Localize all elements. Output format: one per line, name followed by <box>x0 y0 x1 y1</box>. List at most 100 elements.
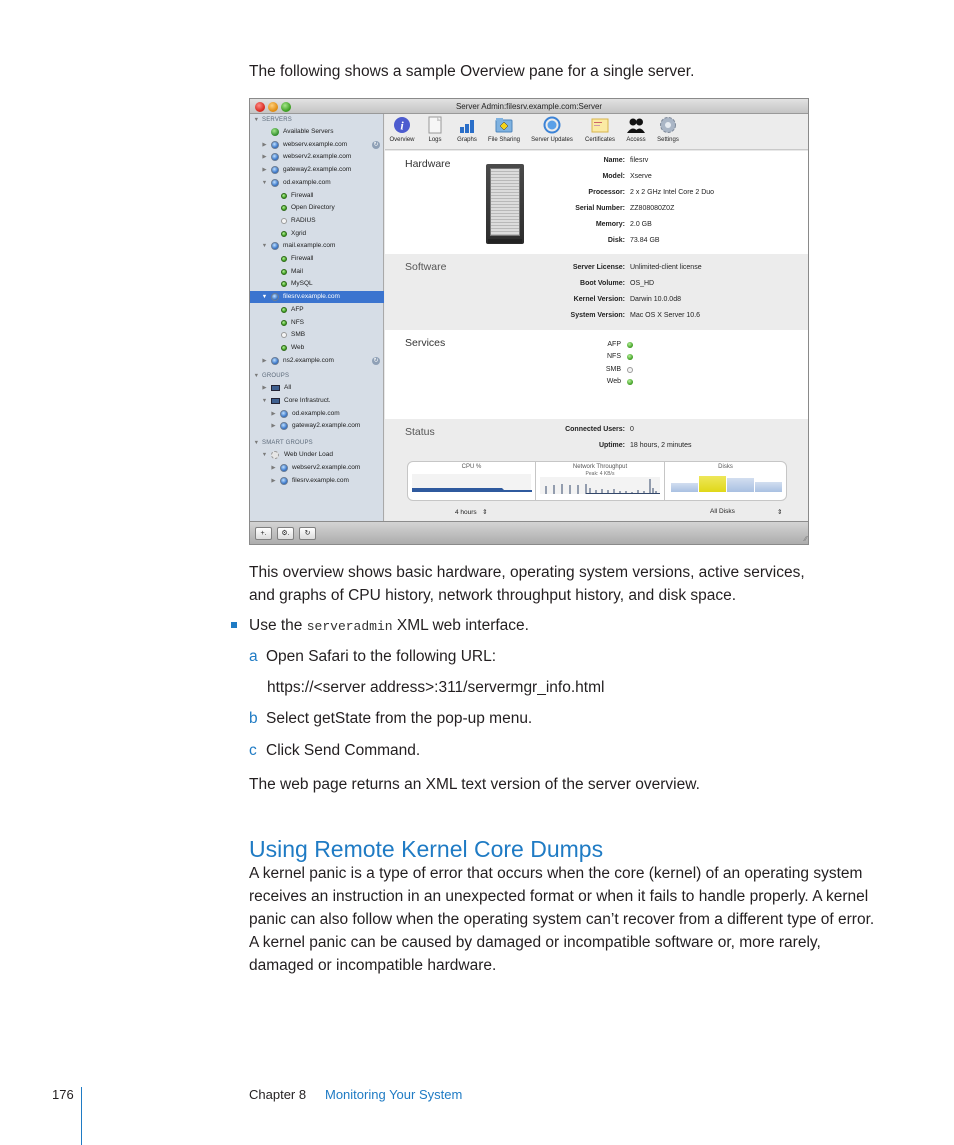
sidebar-item-server[interactable]: ▼ filesrv.example.com <box>250 291 384 304</box>
toolbar-certificates-button[interactable]: Certificates <box>581 116 619 148</box>
disclosure-expanded-icon[interactable]: ▼ <box>261 291 268 303</box>
sidebar-item-service[interactable]: Mail <box>250 266 384 278</box>
sidebar-item-server[interactable]: ▶ webserv2.example.com <box>250 151 384 163</box>
sidebar-item-server[interactable]: ▶ ns2.example.com ↻ <box>250 355 384 367</box>
field-value: ZZ808080Z0Z <box>630 205 675 212</box>
sidebar-item-label: SMART GROUPS <box>262 440 313 447</box>
intro-text: The following shows a sample Overview pa… <box>249 63 695 80</box>
sidebar-item-label: od.example.com <box>283 178 331 186</box>
info-field: Serial Number: ZZ808080Z0Z <box>385 201 808 217</box>
cpu-graph-plot <box>412 488 532 492</box>
disk-select-popup[interactable]: All Disks <box>710 508 735 515</box>
sidebar-item-server[interactable]: ▶ webserv.example.com ↻ <box>250 139 384 151</box>
sidebar-item-service[interactable]: NFS <box>250 317 384 329</box>
disks-graph-title: Disks <box>718 464 733 470</box>
refresh-button[interactable]: ↻ <box>299 527 316 540</box>
cpu-graph[interactable]: CPU % <box>408 462 536 500</box>
sidebar-item-label: GROUPS <box>262 373 290 380</box>
disclosure-collapsed-icon[interactable]: ▶ <box>270 462 277 474</box>
smart-group-icon <box>271 451 279 460</box>
info-field: System Version: Mac OS X Server 10.6 <box>385 308 808 324</box>
disk-bar <box>755 482 782 492</box>
sidebar-section-groups[interactable]: ▼ GROUPS <box>250 370 384 382</box>
sidebar-item-label: Xgrid <box>291 229 307 237</box>
disclosure-collapsed-icon[interactable]: ▶ <box>261 382 268 394</box>
toolbar-overview-button[interactable]: i Overview <box>387 116 417 148</box>
disclosure-collapsed-icon[interactable]: ▶ <box>261 151 268 163</box>
disclosure-collapsed-icon[interactable]: ▶ <box>261 355 268 367</box>
field-value: OS_HD <box>630 280 655 287</box>
sidebar-item-service[interactable]: MySQL <box>250 278 384 290</box>
sidebar-item-service[interactable]: Firewall <box>250 190 384 202</box>
toolbar-file-sharing-button[interactable]: File Sharing <box>485 116 523 148</box>
disclosure-collapsed-icon[interactable]: ▶ <box>270 475 277 487</box>
sidebar-group-core[interactable]: ▼ Core Infrastruct. <box>250 395 384 407</box>
service-running-icon <box>281 256 287 262</box>
toolbar-server-updates-button[interactable]: Server Updates <box>527 116 577 148</box>
toolbar-graphs-button[interactable]: Graphs <box>453 116 481 148</box>
sidebar-item-service[interactable]: AFP <box>250 304 384 316</box>
sidebar-item-server[interactable]: ▼ mail.example.com <box>250 240 384 252</box>
disclosure-collapsed-icon[interactable]: ▶ <box>270 420 277 432</box>
disclosure-expanded-icon[interactable]: ▼ <box>253 370 260 382</box>
service-running-icon <box>281 319 287 326</box>
toolbar-access-button[interactable]: Access <box>623 116 649 148</box>
info-field: Model: Xserve <box>385 169 808 185</box>
field-label: Memory: <box>595 221 625 228</box>
sidebar-smart-group[interactable]: ▼ Web Under Load <box>250 449 384 461</box>
disclosure-expanded-icon[interactable]: ▼ <box>261 449 268 461</box>
sidebar-item-server[interactable]: ▶ gateway2.example.com <box>250 164 384 176</box>
disclosure-collapsed-icon[interactable]: ▶ <box>261 139 268 151</box>
sidebar-item-available-servers[interactable]: Available Servers <box>250 126 384 138</box>
hardware-section: Hardware Name: filesrv Model: Xserve Process… <box>385 151 808 254</box>
action-gear-button[interactable]: ⚙. <box>277 527 294 540</box>
info-field: Boot Volume: OS_HD <box>385 276 808 292</box>
sidebar-item-service[interactable]: SMB <box>250 329 384 341</box>
disclosure-expanded-icon[interactable]: ▼ <box>261 395 268 407</box>
sidebar-group-all[interactable]: ▶ All <box>250 382 384 394</box>
chevron-updown-icon: ⇕ <box>777 509 783 516</box>
sidebar-item-label: MySQL <box>291 280 313 288</box>
sidebar-item-service[interactable]: Xgrid <box>250 228 384 240</box>
sidebar-item-service[interactable]: RADIUS <box>250 215 384 227</box>
sidebar-item-label: Mail <box>291 267 303 275</box>
service-running-icon <box>627 378 633 385</box>
footer-chapter-title: Monitoring Your System <box>325 1087 463 1102</box>
resize-grip-icon[interactable]: ⁄⁄ <box>805 536 807 543</box>
step-b: b Select getState from the pop-up menu. <box>249 710 533 727</box>
network-graph[interactable]: Network Throughput Peak: 4 KB/s <box>536 462 665 500</box>
sidebar-item-service[interactable]: Web <box>250 342 384 354</box>
sidebar-item-server[interactable]: ▶ od.example.com <box>250 408 384 420</box>
disclosure-expanded-icon[interactable]: ▼ <box>253 437 260 449</box>
settings-gear-icon <box>659 116 677 134</box>
sidebar: ▼ SERVERS Available Servers ▶ webserv.exampl… <box>250 114 384 521</box>
time-range-popup[interactable]: 4 hours ⇕ <box>455 508 488 516</box>
sidebar-item-label: mail.example.com <box>283 242 336 250</box>
sidebar-item-service[interactable]: Open Directory <box>250 202 384 214</box>
sidebar-item-server[interactable]: ▶ filesrv.example.com <box>250 475 384 487</box>
window-title: Server Admin:filesrv.example.com:Server <box>455 102 603 111</box>
disclosure-expanded-icon[interactable]: ▼ <box>261 240 268 252</box>
sync-status-icon: ↻ <box>372 140 380 149</box>
toolbar-logs-button[interactable]: Logs <box>423 116 447 148</box>
server-globe-icon <box>271 293 279 302</box>
sidebar-item-label: gateway2.example.com <box>292 422 361 430</box>
info-field: Kernel Version: Darwin 10.0.0d8 <box>385 292 808 308</box>
sidebar-item-server[interactable]: ▶ webserv2.example.com <box>250 462 384 474</box>
add-button[interactable]: +. <box>255 527 272 540</box>
info-icon: i <box>393 116 411 134</box>
sidebar-item-server[interactable]: ▶ gateway2.example.com <box>250 420 384 432</box>
disclosure-expanded-icon[interactable]: ▼ <box>261 177 268 189</box>
sidebar-item-service[interactable]: Firewall <box>250 253 384 265</box>
service-name: NFS <box>607 353 621 361</box>
sidebar-section-servers[interactable]: ▼ SERVERS <box>250 114 384 126</box>
disk-bar <box>699 476 726 492</box>
disks-graph[interactable]: Disks <box>665 462 786 500</box>
disclosure-collapsed-icon[interactable]: ▶ <box>261 164 268 176</box>
disclosure-expanded-icon[interactable]: ▼ <box>253 114 260 126</box>
sidebar-item-server[interactable]: ▼ od.example.com <box>250 177 384 189</box>
toolbar-settings-button[interactable]: Settings <box>653 116 683 148</box>
field-value: Unlimited-client license <box>630 264 702 271</box>
sidebar-section-smart-groups[interactable]: ▼ SMART GROUPS <box>250 437 384 449</box>
disclosure-collapsed-icon[interactable]: ▶ <box>270 408 277 420</box>
